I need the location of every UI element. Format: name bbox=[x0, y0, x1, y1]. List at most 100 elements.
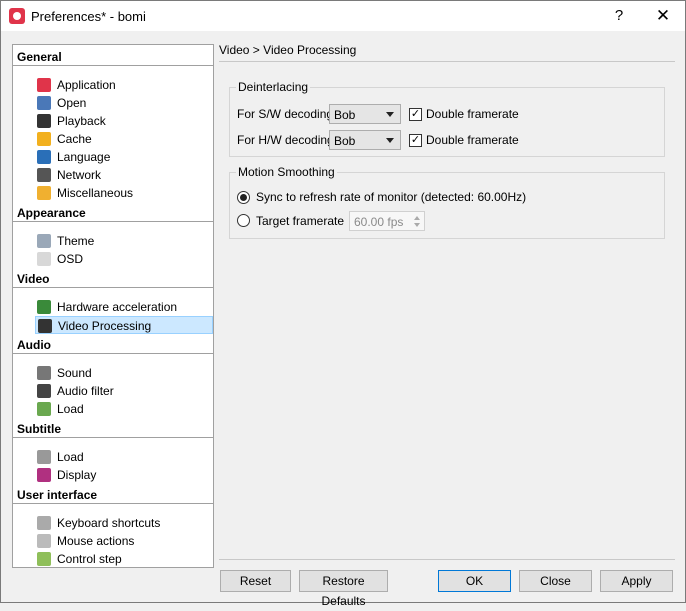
tree-item-sound[interactable]: Sound bbox=[35, 364, 213, 382]
category-video[interactable]: Video bbox=[13, 271, 213, 288]
tree-item-display[interactable]: Display bbox=[35, 466, 213, 484]
tree-item-control-step[interactable]: Control step bbox=[35, 550, 213, 567]
tree-item-video-processing[interactable]: Video Processing bbox=[35, 316, 213, 334]
motion-smoothing-title: Motion Smoothing bbox=[236, 165, 337, 179]
title-bar: Preferences* - bomi ? ✕ bbox=[1, 1, 685, 31]
breadcrumb: Video > Video Processing bbox=[219, 43, 357, 57]
tree-item-application[interactable]: Application bbox=[35, 76, 213, 94]
tree-item-label: Miscellaneous bbox=[57, 186, 134, 200]
deinterlacing-title: Deinterlacing bbox=[236, 80, 311, 94]
reset-button[interactable]: Reset bbox=[220, 570, 291, 592]
header-divider bbox=[219, 61, 675, 62]
footer-divider bbox=[219, 559, 675, 560]
tree-item-load[interactable]: Load bbox=[35, 448, 213, 466]
keyboard-icon bbox=[37, 516, 51, 530]
tree-item-keyboard-shortcuts[interactable]: Keyboard shortcuts bbox=[35, 514, 213, 532]
apply-button[interactable]: Apply bbox=[600, 570, 673, 592]
network-icon bbox=[37, 168, 51, 182]
tree-item-label: Load bbox=[57, 402, 84, 416]
language-icon bbox=[37, 150, 51, 164]
tree-item-label: Display bbox=[57, 468, 97, 482]
tree-item-label: Sound bbox=[57, 366, 92, 380]
target-framerate-spinbox[interactable]: 60.00 fps bbox=[349, 211, 425, 231]
tree-item-playback[interactable]: Playback bbox=[35, 112, 213, 130]
category-user-interface[interactable]: User interface bbox=[13, 487, 213, 504]
target-framerate-label: Target framerate bbox=[256, 214, 345, 228]
category-audio[interactable]: Audio bbox=[13, 337, 213, 354]
hardware-icon bbox=[37, 300, 51, 314]
sync-refresh-radio[interactable] bbox=[237, 191, 250, 204]
bomi-app-icon bbox=[9, 8, 25, 24]
tree-item-miscellaneous[interactable]: Miscellaneous bbox=[35, 184, 213, 202]
tree-item-label: Network bbox=[57, 168, 102, 182]
tree-item-label: Keyboard shortcuts bbox=[57, 516, 161, 530]
sw-decoding-label: For S/W decoding bbox=[237, 107, 334, 121]
hw-decoding-label: For H/W decoding bbox=[237, 133, 334, 147]
hw-double-framerate-label: Double framerate bbox=[426, 133, 519, 147]
tree-item-language[interactable]: Language bbox=[35, 148, 213, 166]
tree-item-osd[interactable]: OSD bbox=[35, 250, 213, 268]
ok-button[interactable]: OK bbox=[438, 570, 511, 592]
tree-item-label: Application bbox=[57, 78, 116, 92]
target-framerate-radio[interactable] bbox=[237, 214, 250, 227]
preferences-window: Preferences* - bomi ? ✕ General Applicati… bbox=[0, 0, 686, 608]
spin-down-icon[interactable] bbox=[414, 223, 420, 227]
tree-item-load[interactable]: Load bbox=[35, 400, 213, 418]
category-subtitle[interactable]: Subtitle bbox=[13, 421, 213, 438]
sync-refresh-label: Sync to refresh rate of monitor (detecte… bbox=[256, 190, 527, 204]
subtitle-load-icon bbox=[37, 450, 51, 464]
hw-decoding-select[interactable]: Bob bbox=[329, 130, 401, 150]
sw-decoding-value: Bob bbox=[334, 108, 356, 122]
chevron-down-icon bbox=[386, 138, 394, 143]
tree-item-label: Theme bbox=[57, 234, 95, 248]
tree-item-open[interactable]: Open bbox=[35, 94, 213, 112]
tree-item-label: Mouse actions bbox=[57, 534, 135, 548]
sw-double-framerate-checkbox[interactable]: ✓ bbox=[409, 108, 422, 121]
tree-item-label: Audio filter bbox=[57, 384, 114, 398]
folder-icon bbox=[37, 96, 51, 110]
sw-double-framerate-label: Double framerate bbox=[426, 107, 519, 121]
speaker-icon bbox=[37, 366, 51, 380]
tree-item-network[interactable]: Network bbox=[35, 166, 213, 184]
category-general[interactable]: General bbox=[13, 49, 213, 66]
restore-defaults-button[interactable]: Restore Defaults bbox=[299, 570, 388, 608]
tree-item-label: Open bbox=[57, 96, 87, 110]
music-note-icon bbox=[37, 402, 51, 416]
hw-double-framerate-checkbox[interactable]: ✓ bbox=[409, 134, 422, 147]
tree-item-theme[interactable]: Theme bbox=[35, 232, 213, 250]
text-icon bbox=[37, 468, 51, 482]
audio-filter-icon bbox=[37, 384, 51, 398]
tree-item-label: Hardware acceleration bbox=[57, 300, 178, 314]
hw-decoding-value: Bob bbox=[334, 134, 356, 148]
sw-decoding-select[interactable]: Bob bbox=[329, 104, 401, 124]
tree-item-mouse-actions[interactable]: Mouse actions bbox=[35, 532, 213, 550]
tree-item-cache[interactable]: Cache bbox=[35, 130, 213, 148]
window-title: Preferences* - bomi bbox=[31, 9, 146, 24]
app-icon bbox=[37, 78, 51, 92]
close-window-button[interactable]: ✕ bbox=[643, 3, 683, 29]
tree-item-hardware-acceleration[interactable]: Hardware acceleration bbox=[35, 298, 213, 316]
chevron-down-icon bbox=[386, 112, 394, 117]
tree-item-label: OSD bbox=[57, 252, 84, 266]
osd-icon bbox=[37, 252, 51, 266]
cache-icon bbox=[37, 132, 51, 146]
tree-item-audio-filter[interactable]: Audio filter bbox=[35, 382, 213, 400]
tree-item-label: Control step bbox=[57, 552, 122, 566]
play-icon bbox=[37, 114, 51, 128]
tree-item-label: Language bbox=[57, 150, 111, 164]
theme-icon bbox=[37, 234, 51, 248]
tree-item-label: Video Processing bbox=[58, 319, 152, 333]
tree-item-label: Playback bbox=[57, 114, 106, 128]
spin-up-icon[interactable] bbox=[414, 216, 420, 220]
category-tree[interactable]: General Application Open Playback Cache Langu… bbox=[12, 44, 214, 568]
motion-smoothing-group bbox=[229, 172, 665, 239]
control-icon bbox=[37, 552, 51, 566]
close-button[interactable]: Close bbox=[519, 570, 592, 592]
tree-item-label: Load bbox=[57, 450, 84, 464]
help-button[interactable]: ? bbox=[601, 3, 637, 29]
mouse-icon bbox=[37, 534, 51, 548]
tree-item-label: Cache bbox=[57, 132, 92, 146]
clapper-icon bbox=[38, 319, 52, 333]
category-appearance[interactable]: Appearance bbox=[13, 205, 213, 222]
gear-icon bbox=[37, 186, 51, 200]
